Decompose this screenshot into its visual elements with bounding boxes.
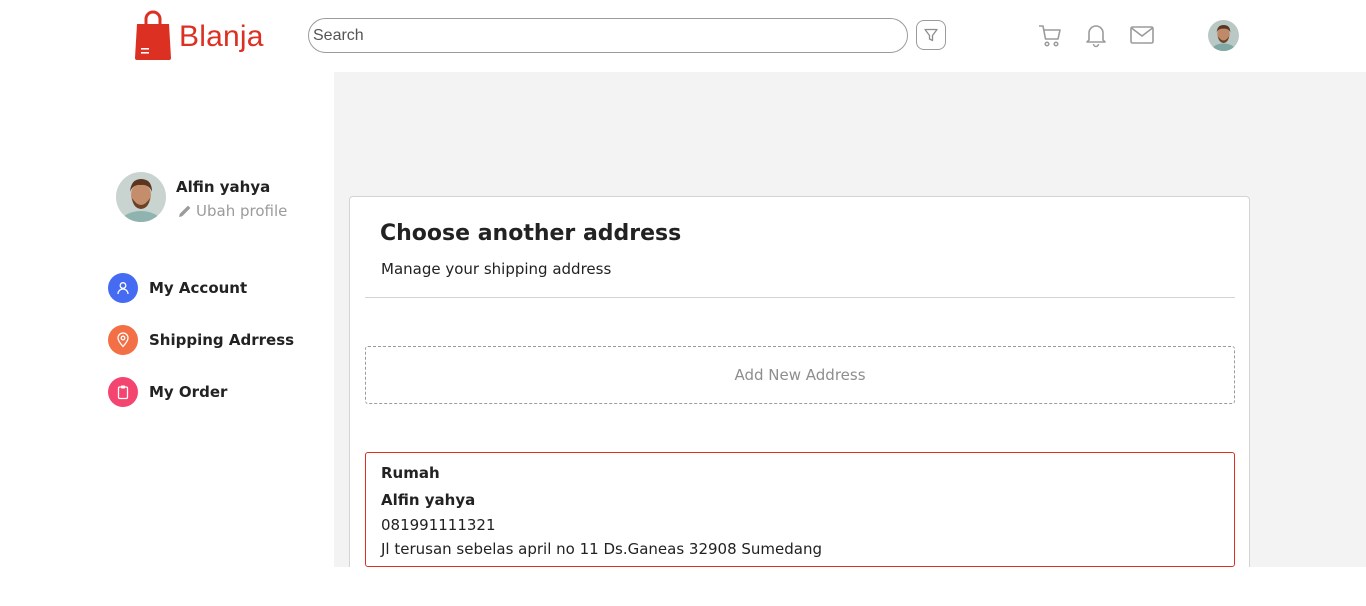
bell-icon [1086, 25, 1106, 48]
sidebar-item-label: Shipping Adrress [149, 331, 295, 349]
top-navbar: Blanja [0, 0, 1366, 72]
address-panel: Choose another address Manage your shipp… [349, 196, 1250, 567]
filter-button[interactable] [916, 20, 946, 50]
sidebar-item-my-order[interactable]: My Order [108, 377, 227, 407]
location-pin-icon [108, 325, 138, 355]
edit-profile-link[interactable]: Ubah profile [177, 202, 287, 220]
pencil-icon [179, 205, 191, 217]
cart-icon [1039, 25, 1061, 47]
address-label: Rumah [381, 464, 440, 482]
recipient-name: Alfin yahya [381, 491, 476, 509]
page-title: Choose another address [380, 221, 682, 246]
address-line: Jl terusan sebelas april no 11 Ds.Ganeas… [381, 540, 823, 558]
profile-name: Alfin yahya [176, 178, 271, 196]
add-new-address-button[interactable]: Add New Address [365, 346, 1235, 404]
recipient-phone: 081991111321 [381, 516, 496, 534]
brand-name: Blanja [179, 20, 264, 53]
user-avatar[interactable] [1208, 20, 1239, 51]
mail-button[interactable] [1129, 22, 1155, 48]
divider [365, 297, 1235, 298]
filter-icon [924, 28, 938, 42]
mail-icon [1130, 26, 1154, 44]
sidebar-item-label: My Order [149, 383, 228, 401]
sidebar-item-shipping-address[interactable]: Shipping Adrress [108, 325, 294, 355]
sidebar-item-my-account[interactable]: My Account [108, 273, 247, 303]
avatar-image [1208, 20, 1239, 51]
notification-button[interactable] [1083, 22, 1109, 48]
address-card[interactable]: Rumah Alfin yahya 081991111321 Jl terusa… [365, 452, 1235, 567]
brand-logo[interactable]: Blanja [134, 10, 264, 60]
clipboard-icon [108, 377, 138, 407]
shopping-bag-icon [135, 10, 171, 60]
user-icon [108, 273, 138, 303]
profile-avatar [116, 172, 166, 222]
avatar-image [116, 172, 166, 222]
search-input[interactable] [308, 18, 908, 53]
edit-profile-label: Ubah profile [196, 202, 288, 220]
cart-button[interactable] [1037, 22, 1063, 48]
page-subtitle: Manage your shipping address [381, 260, 612, 278]
add-new-address-label: Add New Address [734, 366, 866, 384]
sidebar-item-label: My Account [149, 279, 248, 297]
